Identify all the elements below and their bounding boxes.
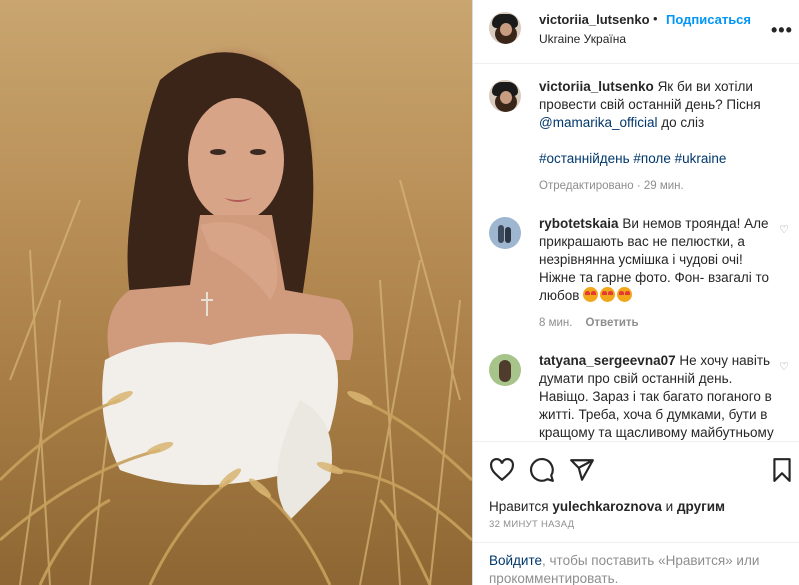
caption-avatar[interactable]: [489, 80, 521, 112]
post-photo[interactable]: [0, 0, 472, 585]
login-prompt: Войдите, чтобы поставить «Нравится» или …: [473, 542, 799, 585]
comment-body: rybotetskaia Ви немов троянда! Але прикр…: [539, 215, 775, 332]
post-sidebar: victoriia_lutsenko • Подписаться Ukraine…: [472, 0, 799, 585]
author-username[interactable]: victoriia_lutsenko: [539, 12, 650, 27]
caption-username[interactable]: victoriia_lutsenko: [539, 79, 654, 94]
separator-dot: •: [653, 11, 658, 26]
post-actions: Нравится yulechkaroznova и другим 32 МИН…: [473, 441, 799, 585]
caption-meta: Отредактировано · 29 мин.: [539, 180, 684, 192]
login-link[interactable]: Войдите: [489, 553, 542, 568]
comment-item: rybotetskaia Ви немов троянда! Але прикр…: [489, 215, 789, 335]
comment-item: tatyana_sergeevna07 Не хочу навіть думат…: [489, 352, 789, 440]
more-icon[interactable]: •••: [771, 20, 793, 41]
hashtag-link[interactable]: #поле: [633, 151, 670, 166]
post-timestamp[interactable]: 32 МИНУТ НАЗАД: [489, 519, 574, 530]
photo-illustration: [0, 52, 472, 585]
caption-text-end: до сліз: [661, 115, 705, 130]
comment-body: tatyana_sergeevna07 Не хочу навіть думат…: [539, 352, 775, 440]
comment-icon[interactable]: [529, 457, 555, 483]
reply-button[interactable]: Ответить: [585, 317, 638, 329]
heart-eyes-emoji: [583, 287, 599, 302]
commenter-avatar[interactable]: [489, 217, 521, 249]
caption-body: victoriia_lutsenko Як би ви хотіли прове…: [539, 78, 789, 195]
hashtag-link[interactable]: #ukraine: [675, 151, 727, 166]
caption: victoriia_lutsenko Як би ви хотіли прове…: [489, 78, 789, 198]
comment-like-icon[interactable]: ♡: [779, 223, 789, 236]
login-prompt-text: Войдите, чтобы поставить «Нравится» или …: [489, 552, 789, 585]
follow-button[interactable]: Подписаться: [666, 12, 751, 27]
hashtag-link[interactable]: #останнійдень: [539, 151, 630, 166]
author-avatar[interactable]: [489, 12, 521, 44]
likes-and: и: [665, 499, 674, 514]
likes-summary: Нравится yulechkaroznova и другим: [489, 499, 725, 514]
post-location[interactable]: Ukraine Україна: [539, 32, 626, 46]
likes-user-link[interactable]: yulechkaroznova: [552, 499, 662, 514]
heart-eyes-emoji-group: [583, 287, 634, 303]
comment-like-icon[interactable]: ♡: [779, 360, 789, 373]
commenter-username[interactable]: rybotetskaia: [539, 216, 619, 231]
share-icon[interactable]: [569, 457, 595, 483]
comment-meta: 8 мин. Ответить: [539, 314, 775, 332]
comment-time: 8 мин.: [539, 317, 573, 329]
likes-others-link[interactable]: другим: [677, 499, 725, 514]
heart-eyes-emoji: [600, 287, 616, 302]
heart-eyes-emoji: [617, 287, 633, 302]
post-header: victoriia_lutsenko • Подписаться Ukraine…: [473, 0, 799, 64]
comments-list[interactable]: victoriia_lutsenko Як би ви хотіли прове…: [473, 65, 799, 440]
bookmark-icon[interactable]: [769, 457, 795, 483]
commenter-avatar[interactable]: [489, 354, 521, 386]
heart-icon[interactable]: [489, 457, 515, 483]
likes-prefix: Нравится: [489, 499, 549, 514]
commenter-username[interactable]: tatyana_sergeevna07: [539, 353, 676, 368]
caption-mention[interactable]: @mamarika_official: [539, 115, 658, 130]
